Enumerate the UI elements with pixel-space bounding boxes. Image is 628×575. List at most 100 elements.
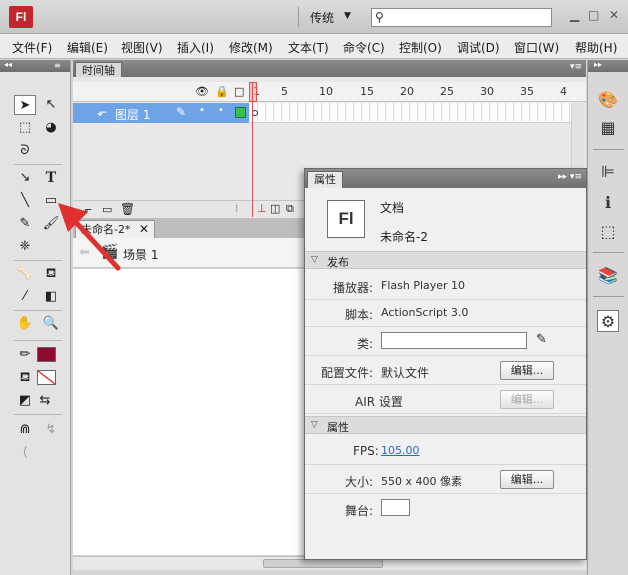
snap-magnet-icon[interactable]: ⋒ (14, 420, 36, 440)
scene-label[interactable]: 场景 1 (123, 246, 158, 263)
menu-modify[interactable]: 修改(M) (229, 39, 273, 56)
layer-frames[interactable] (250, 103, 571, 123)
text-tool-icon[interactable]: T (40, 168, 62, 188)
onion-skin-icon[interactable]: ◫ (270, 202, 280, 215)
collapse-icon[interactable]: ◂◂ (4, 60, 12, 69)
expand-icon[interactable]: ▸▸ (594, 60, 602, 69)
profile-edit-button[interactable]: 编辑... (500, 361, 554, 380)
size-edit-button[interactable]: 编辑... (500, 470, 554, 489)
lasso-tool-icon[interactable]: ᘐ (14, 141, 36, 161)
properties-tab[interactable]: 属性 (307, 171, 343, 188)
search-box[interactable]: ⚲ (371, 8, 552, 27)
properties-icon[interactable]: ⚙ (597, 310, 619, 332)
scroll-split-icon[interactable]: ⁞ (235, 202, 239, 215)
hand-tool-icon[interactable]: ✋ (14, 314, 36, 334)
script-label: 脚本: (345, 308, 374, 322)
layer-name[interactable]: 图层 1 (115, 106, 150, 123)
info-icon[interactable]: ℹ (597, 192, 619, 214)
eye-icon[interactable]: 👁 (195, 85, 209, 98)
scrollbar-thumb[interactable] (263, 559, 383, 568)
workspace-switcher[interactable]: 传统 (310, 9, 334, 26)
onion-outlines-icon[interactable]: ⧉ (286, 202, 294, 216)
brush-tool-icon[interactable]: 🖌 (40, 214, 62, 234)
frame-number: 4 (560, 85, 567, 98)
zoom-tool-icon[interactable]: 🔍 (40, 314, 62, 334)
menu-edit[interactable]: 编辑(E) (67, 39, 108, 56)
panel-menu-icon[interactable]: ≡ (54, 61, 61, 70)
menu-window[interactable]: 窗口(W) (514, 39, 559, 56)
search-input[interactable] (388, 10, 548, 25)
restore-button[interactable]: □ (588, 8, 599, 22)
title-bar: Fl 传统 ▼ ⚲ ▁ □ ✕ (0, 0, 628, 34)
pencil-edit-icon[interactable]: ✎ (536, 332, 547, 347)
new-layer-icon[interactable]: ⬐ (83, 203, 92, 216)
lock-dot[interactable]: • (218, 105, 224, 116)
minimize-button[interactable]: ▁ (570, 8, 579, 22)
library-icon[interactable]: 📚 (597, 265, 619, 287)
smooth-icon[interactable]: ↯ (40, 420, 62, 440)
layer-row-header[interactable]: ⬐ 图层 1 ✎ • • (73, 103, 249, 123)
transform-icon[interactable]: ⬚ (597, 221, 619, 243)
stage-color-swatch[interactable] (381, 499, 410, 516)
properties-section-header[interactable]: ▽ 属性 (305, 416, 586, 434)
back-arrow-icon[interactable]: ⬅ (79, 245, 90, 260)
pencil-tool-icon[interactable]: ✎ (14, 214, 36, 234)
visibility-dot[interactable]: • (199, 105, 205, 116)
fps-value[interactable]: 105.00 (381, 444, 420, 457)
properties-panel: 属性 ▸▸ ▾≡ Fl 文档 未命名-2 ▽ 发布 播放器: Flash Pla… (304, 168, 587, 560)
timeline-tab[interactable]: 时间轴 (75, 62, 122, 77)
deco-tool-icon[interactable]: ❈ (14, 237, 36, 257)
menu-help[interactable]: 帮助(H) (575, 39, 617, 56)
air-edit-button[interactable]: 编辑... (500, 390, 554, 409)
collapse-triangle-icon[interactable]: ▽ (311, 255, 318, 265)
chevron-down-icon[interactable]: ▼ (344, 11, 351, 21)
trash-icon[interactable]: 🗑 (120, 202, 135, 216)
tools-panel: ◂◂ ≡ ➤ ↖ ⬚ ◕ ᘐ ↘ T ╲ ▭ ✎ 🖌 ❈ 🦴 ⛾ ⁄ ◧ ✋ 🔍… (0, 60, 71, 575)
new-folder-icon[interactable]: ▭ (102, 203, 112, 216)
document-tab[interactable]: 未命名-2* ✕ (75, 220, 155, 238)
lock-icon[interactable]: 🔒 (215, 85, 229, 98)
paint-bucket-tool-icon[interactable]: ⛾ (40, 264, 62, 284)
menu-file[interactable]: 文件(F) (12, 39, 52, 56)
document-name: 未命名-2 (380, 230, 428, 244)
color-palette-icon[interactable]: 🎨 (597, 89, 619, 111)
bone-tool-icon[interactable]: 🦴 (14, 264, 36, 284)
layer-row[interactable]: ⬐ 图层 1 ✎ • • (73, 103, 586, 123)
frame-number: 5 (281, 85, 288, 98)
class-input[interactable] (381, 332, 527, 349)
panel-menu-icon[interactable]: ▸▸ ▾≡ (558, 172, 582, 182)
swap-colors-icon[interactable]: ⇆ (34, 391, 56, 411)
publish-section-header[interactable]: ▽ 发布 (305, 251, 586, 269)
swatches-grid-icon[interactable]: ▦ (597, 117, 619, 139)
menu-commands[interactable]: 命令(C) (343, 39, 385, 56)
menu-view[interactable]: 视图(V) (121, 39, 163, 56)
tools-panel-header[interactable]: ◂◂ ≡ (0, 60, 70, 72)
stroke-color-swatch[interactable] (37, 347, 56, 362)
section-label: 发布 (327, 256, 349, 269)
fill-color-swatch[interactable] (37, 370, 56, 385)
free-transform-tool-icon[interactable]: ⬚ (14, 118, 36, 138)
playhead-marker[interactable] (249, 82, 257, 102)
menu-text[interactable]: 文本(T) (288, 39, 329, 56)
outline-icon[interactable]: □ (234, 85, 244, 98)
eyedropper-tool-icon[interactable]: ⁄ (14, 287, 36, 307)
align-icon[interactable]: ⊫ (597, 161, 619, 183)
collapse-triangle-icon[interactable]: ▽ (311, 420, 318, 430)
3d-rotation-tool-icon[interactable]: ◕ (40, 118, 62, 138)
straighten-icon[interactable]: ⟨ (14, 443, 36, 463)
pen-tool-icon[interactable]: ↘ (14, 168, 36, 188)
menu-control[interactable]: 控制(O) (399, 39, 442, 56)
subselection-tool-icon[interactable]: ↖ (40, 95, 62, 115)
line-tool-icon[interactable]: ╲ (14, 191, 36, 211)
black-white-icon[interactable]: ◩ (14, 391, 36, 411)
menu-debug[interactable]: 调试(D) (457, 39, 500, 56)
panel-menu-icon[interactable]: ▾≡ (570, 62, 582, 72)
close-button[interactable]: ✕ (609, 8, 619, 22)
menu-insert[interactable]: 插入(I) (177, 39, 214, 56)
close-icon[interactable]: ✕ (139, 221, 149, 238)
eraser-tool-icon[interactable]: ◧ (40, 287, 62, 307)
selection-tool-icon[interactable]: ➤ (14, 95, 36, 115)
layer-outline-color[interactable] (235, 107, 246, 118)
rectangle-tool-icon[interactable]: ▭ (40, 191, 62, 211)
center-frame-icon[interactable]: ⊥ (257, 202, 267, 215)
